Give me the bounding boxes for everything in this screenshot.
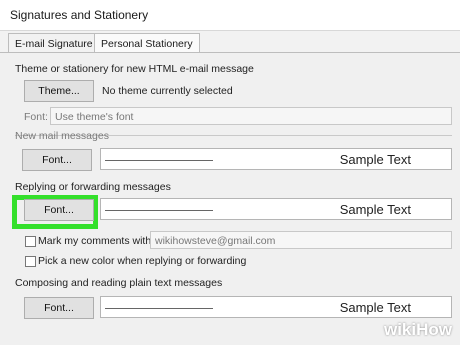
sample-underline — [105, 210, 213, 211]
reply-font-button[interactable]: Font... — [24, 199, 94, 221]
title-bar: Signatures and Stationery — [0, 0, 460, 31]
sample-underline — [105, 160, 213, 161]
new-mail-font-button[interactable]: Font... — [22, 149, 92, 171]
new-mail-sample-preview: Sample Text — [100, 148, 452, 170]
watermark-how: How — [416, 320, 452, 339]
new-mail-heading: New mail messages — [15, 130, 109, 142]
window-title: Signatures and Stationery — [10, 8, 149, 22]
plain-heading: Composing and reading plain text message… — [15, 277, 223, 289]
reply-sample-preview: Sample Text — [100, 198, 452, 220]
plain-sample-text: Sample Text — [339, 300, 411, 315]
theme-font-label: Font: — [24, 111, 48, 123]
tab-strip: E-mail Signature Personal Stationery — [0, 31, 460, 55]
plain-font-button[interactable]: Font... — [24, 297, 94, 319]
sample-underline — [105, 308, 213, 309]
theme-button[interactable]: Theme... — [24, 80, 94, 102]
theme-status: No theme currently selected — [102, 85, 233, 97]
mark-comments-checkbox[interactable] — [25, 236, 36, 247]
plain-sample-preview: Sample Text — [100, 296, 452, 318]
tab-email-signature[interactable]: E-mail Signature — [8, 33, 100, 54]
personal-stationery-panel: Theme or stationery for new HTML e-mail … — [0, 52, 460, 345]
reply-sample-text: Sample Text — [339, 202, 411, 217]
theme-heading: Theme or stationery for new HTML e-mail … — [15, 63, 254, 75]
wikihow-watermark: wikiHow — [384, 320, 452, 340]
theme-font-field[interactable]: Use theme's font — [50, 107, 452, 125]
new-color-label: Pick a new color when replying or forwar… — [38, 255, 247, 267]
mark-comments-label: Mark my comments with: — [38, 235, 155, 247]
new-color-checkbox[interactable] — [25, 256, 36, 267]
watermark-wiki: wiki — [383, 320, 417, 339]
new-mail-sample-text: Sample Text — [339, 152, 411, 167]
mark-comments-field[interactable]: wikihowsteve@gmail.com — [150, 231, 452, 249]
reply-heading: Replying or forwarding messages — [15, 181, 171, 193]
